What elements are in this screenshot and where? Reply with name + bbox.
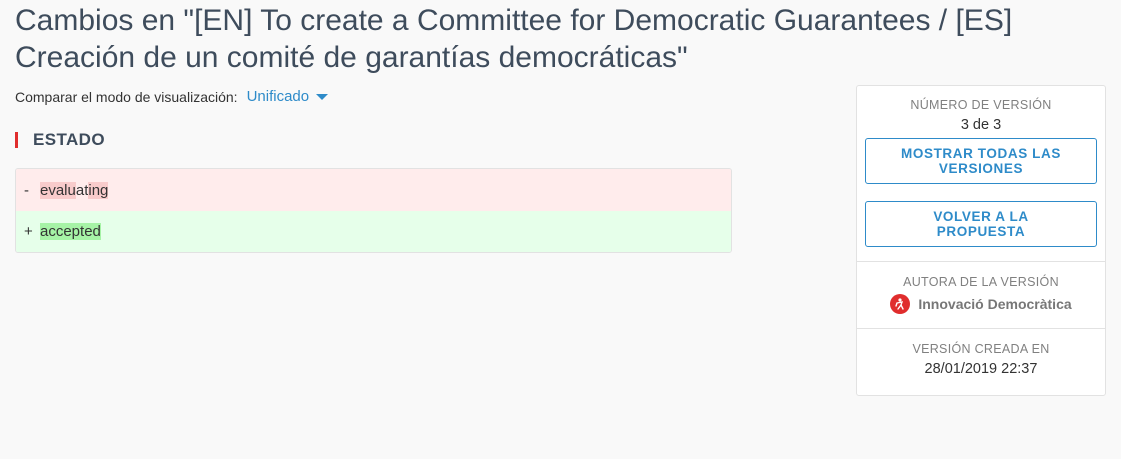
version-number-section: NÚMERO DE VERSIÓN 3 de 3 MOSTRAR TODAS L… [857, 86, 1105, 262]
page-title: Cambios en "[EN] To create a Committee f… [15, 4, 1013, 74]
diff-deleted-chunk: evalu [40, 181, 76, 199]
diff-removed-text: evaluating [40, 181, 109, 199]
diff-unchanged-chunk: at [75, 181, 89, 199]
diff-table: - evaluating + accepted [15, 168, 732, 253]
compare-mode-dropdown[interactable]: Unificado [247, 88, 329, 106]
compare-mode-label: Comparar el modo de visualización: [15, 89, 238, 105]
show-all-versions-button[interactable]: MOSTRAR TODAS LAS VERSIONES [865, 138, 1097, 184]
page: Cambios en "[EN] To create a Committee f… [0, 0, 1121, 459]
version-created-label: VERSIÓN CREADA EN [912, 342, 1050, 356]
diff-sign-removed: - [24, 181, 29, 199]
version-number-label: NÚMERO DE VERSIÓN [910, 98, 1052, 112]
caret-down-icon [316, 94, 329, 100]
section-title: ESTADO [33, 129, 105, 149]
diff-deleted-chunk: ing [88, 181, 109, 199]
diff-row-added: + accepted [16, 211, 731, 252]
version-created-value: 28/01/2019 22:37 [924, 361, 1038, 377]
diff-added-text: accepted [40, 223, 101, 240]
compare-mode-value: Unificado [246, 88, 310, 105]
author-link[interactable]: Innovació Democràtica [857, 294, 1105, 314]
version-sidebar: NÚMERO DE VERSIÓN 3 de 3 MOSTRAR TODAS L… [856, 85, 1106, 396]
author-name: Innovació Democràtica [918, 296, 1072, 312]
section-marker [15, 131, 18, 148]
version-author-section: AUTORA DE LA VERSIÓN Innovació Democràti… [857, 262, 1105, 329]
compare-mode-bar: Comparar el modo de visualización: Unifi… [15, 88, 329, 106]
organization-avatar-icon [890, 294, 911, 314]
back-to-proposal-button[interactable]: VOLVER A LA PROPUESTA [865, 201, 1097, 247]
version-created-section: VERSIÓN CREADA EN 28/01/2019 22:37 [857, 329, 1105, 395]
diff-sign-added: + [24, 223, 33, 240]
diff-row-removed: - evaluating [16, 169, 731, 211]
section-heading: ESTADO [15, 129, 105, 150]
version-author-label: AUTORA DE LA VERSIÓN [903, 275, 1059, 289]
version-number-value: 3 de 3 [960, 117, 1002, 133]
